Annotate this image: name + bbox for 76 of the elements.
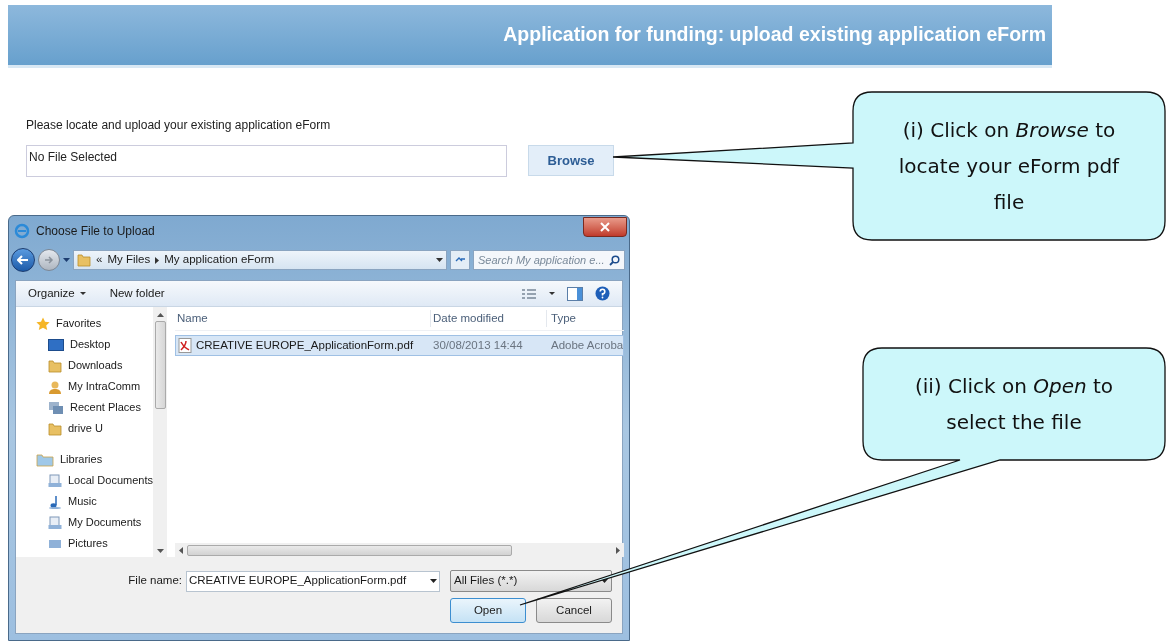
folder-icon xyxy=(77,253,91,267)
caret-icon[interactable] xyxy=(63,258,70,262)
file-name-field[interactable]: CREATIVE EUROPE_ApplicationForm.pdf xyxy=(186,570,440,592)
refresh-button[interactable] xyxy=(450,250,470,270)
nav-item[interactable]: Desktop xyxy=(16,334,153,355)
scroll-thumb[interactable] xyxy=(154,321,166,409)
nav-item[interactable]: Local Documents xyxy=(16,470,153,491)
view-options-icon[interactable] xyxy=(521,287,537,300)
refresh-icon xyxy=(454,256,466,264)
horizontal-scrollbar[interactable] xyxy=(175,543,625,557)
column-header[interactable]: Type xyxy=(546,309,625,328)
library-icon xyxy=(36,452,54,467)
music-icon xyxy=(48,494,62,509)
help-icon[interactable] xyxy=(595,286,610,301)
document-icon xyxy=(48,473,62,488)
nav-item[interactable]: Favorites xyxy=(16,313,153,334)
nav-item[interactable]: Downloads xyxy=(16,355,153,376)
file-type: Adobe Acroba xyxy=(550,337,624,353)
nav-item[interactable]: drive U xyxy=(16,418,153,439)
dialog-title: Choose File to Upload xyxy=(36,223,155,240)
file-name: CREATIVE EUROPE_ApplicationForm.pdf xyxy=(196,337,414,353)
star-icon xyxy=(36,316,50,331)
chevron-right-icon xyxy=(155,256,160,264)
folder-icon xyxy=(48,421,62,436)
nav-item[interactable]: My IntraComm xyxy=(16,376,153,397)
arrow-right-icon xyxy=(44,256,54,264)
nav-item[interactable]: Recent Places xyxy=(16,397,153,418)
scroll-thumb[interactable] xyxy=(187,544,512,556)
close-icon xyxy=(600,222,610,232)
vertical-scrollbar[interactable] xyxy=(153,307,167,557)
close-button[interactable] xyxy=(583,217,627,237)
toolbar-menu[interactable]: Organize xyxy=(28,284,86,303)
arrow-left-icon xyxy=(17,255,29,265)
user-icon xyxy=(48,379,62,394)
address-field[interactable]: « My Files My application eForm xyxy=(73,250,447,270)
caret-icon xyxy=(430,579,437,583)
callout-text: (i) Click on Browse to locate your eForm pdf file xyxy=(897,117,1121,216)
scroll-down-icon xyxy=(156,549,164,553)
browse-button[interactable]: Browse xyxy=(528,145,614,176)
callout-text: (ii) Click on Open to select the file xyxy=(913,373,1115,436)
scroll-up-icon xyxy=(156,313,164,317)
document-icon xyxy=(48,515,62,530)
scroll-left-icon xyxy=(179,546,183,554)
breadcrumb-prefix: « xyxy=(96,252,103,268)
file-date: 30/08/2013 14:44 xyxy=(432,337,524,353)
caret-icon[interactable] xyxy=(549,292,555,295)
nav-item[interactable]: Libraries xyxy=(16,449,153,470)
page-title: Application for funding: upload existing application eForm xyxy=(503,22,1046,48)
caret-icon xyxy=(79,292,86,295)
desktop-icon xyxy=(48,338,64,351)
column-header[interactable]: Date modified xyxy=(430,309,546,328)
browser-icon xyxy=(14,223,30,239)
back-button[interactable] xyxy=(11,248,35,272)
column-header[interactable]: Name xyxy=(175,309,430,328)
scroll-right-icon xyxy=(616,546,621,554)
pdf-file-icon xyxy=(178,338,192,353)
cancel-button[interactable]: Cancel xyxy=(536,598,612,623)
caret-icon[interactable] xyxy=(436,258,443,262)
nav-item[interactable]: My Documents xyxy=(16,512,153,533)
instruction-text: Please locate and upload your existing application eForm xyxy=(26,117,331,134)
search-icon xyxy=(609,254,620,266)
toolbar-button[interactable]: New folder xyxy=(109,284,165,303)
picture-icon xyxy=(48,538,62,549)
nav-item[interactable]: Music xyxy=(16,491,153,512)
places-icon xyxy=(48,400,64,415)
nav-item[interactable]: Pictures xyxy=(16,533,153,554)
open-button[interactable]: Open xyxy=(450,598,526,623)
search-field[interactable]: Search My application e... xyxy=(473,250,625,270)
breadcrumb-item[interactable]: My Files xyxy=(107,251,151,269)
file-row[interactable]: CREATIVE EUROPE_ApplicationForm.pdf 30/08/2013 14:44 Adobe Acroba xyxy=(175,335,625,356)
file-name-label: File name: xyxy=(128,573,182,589)
folder-icon xyxy=(48,358,62,373)
breadcrumb-item[interactable]: My application eForm xyxy=(164,251,275,269)
preview-pane-icon[interactable] xyxy=(567,286,583,301)
file-field[interactable]: No File Selected xyxy=(26,145,507,177)
file-type-dropdown[interactable]: All Files (*.*) xyxy=(450,570,612,592)
